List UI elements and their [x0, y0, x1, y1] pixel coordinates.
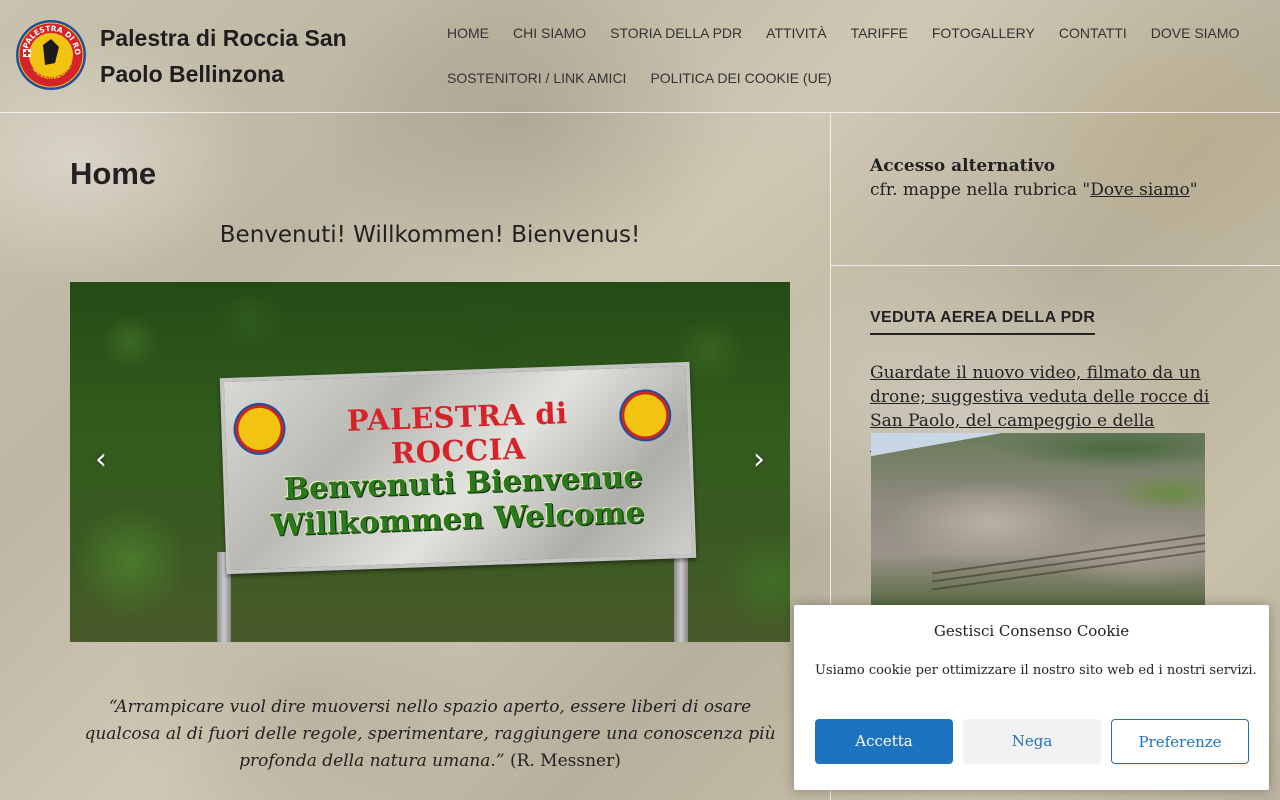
railway-line [932, 549, 1205, 591]
alternative-access-block: Accesso alternativo cfr. mappe nella rub… [870, 154, 1230, 202]
access-text-prefix: cfr. mappe nella rubrica " [870, 180, 1091, 200]
cookie-title: Gestisci Consenso Cookie [933, 622, 1130, 640]
chevron-left-icon[interactable]: ‹ [86, 445, 116, 475]
aerial-view-image[interactable] [871, 433, 1205, 605]
main-nav: HOME CHI SIAMO STORIA DELLA PDR ATTIVITÀ… [435, 14, 1255, 104]
nav-item-cookie-policy[interactable]: POLITICA DEI COOKIE (UE) [638, 59, 843, 104]
accept-button[interactable]: Accetta [815, 719, 953, 764]
nav-item-storia[interactable]: STORIA DELLA PDR [598, 14, 754, 59]
nav-item-dove-siamo[interactable]: DOVE SIAMO [1139, 14, 1252, 59]
access-text-suffix: " [1189, 180, 1198, 200]
nav-item-sostenitori[interactable]: SOSTENITORI / LINK AMICI [435, 59, 638, 104]
sign-post-right [674, 552, 688, 642]
site-header: PALESTRA DI ROCCIA BELLINZONA Palestra d… [0, 0, 1280, 113]
nav-item-chi-siamo[interactable]: CHI SIAMO [501, 14, 598, 59]
widget-title-aerial: VEDUTA AEREA DELLA PDR [870, 309, 1096, 335]
image-slider[interactable]: PALESTRA di ROCCIA Benvenuti Bienvenue W… [70, 282, 790, 642]
nav-item-fotogallery[interactable]: FOTOGALLERY [920, 14, 1047, 59]
nav-item-home[interactable]: HOME [435, 14, 501, 59]
access-title: Accesso alternativo [870, 156, 1056, 176]
welcome-sign-image: PALESTRA di ROCCIA Benvenuti Bienvenue W… [219, 361, 697, 575]
welcome-text: Benvenuti! Willkommen! Bienvenus! [219, 222, 641, 248]
quote-text: “Arrampicare vuol dire muoversi nello sp… [84, 697, 776, 771]
chevron-right-icon[interactable]: › [744, 445, 774, 475]
messner-quote: “Arrampicare vuol dire muoversi nello sp… [70, 694, 790, 775]
cookie-text: Usiamo cookie per ottimizzare il nostro … [815, 663, 1257, 678]
access-text: cfr. mappe nella rubrica "Dove siamo" [870, 178, 1230, 202]
cookie-consent-dialog: Gestisci Consenso Cookie Usiamo cookie p… [794, 605, 1269, 790]
site-title[interactable]: Palestra di Roccia San Paolo Bellinzona [100, 20, 400, 92]
preferences-button[interactable]: Preferenze [1111, 719, 1249, 764]
quote-author: (R. Messner) [509, 751, 621, 771]
deny-button[interactable]: Nega [963, 719, 1101, 764]
sign-badge-icon [234, 404, 285, 454]
sidebar-divider [831, 265, 1280, 266]
railway-line [932, 541, 1205, 583]
page-title: Home [70, 156, 157, 191]
nav-item-contatti[interactable]: CONTATTI [1047, 14, 1139, 59]
dove-siamo-link[interactable]: Dove siamo [1090, 180, 1190, 200]
nav-item-tariffe[interactable]: TARIFFE [839, 14, 920, 59]
club-badge-logo[interactable]: PALESTRA DI ROCCIA BELLINZONA [15, 19, 87, 91]
nav-item-attivita[interactable]: ATTIVITÀ [754, 14, 838, 59]
